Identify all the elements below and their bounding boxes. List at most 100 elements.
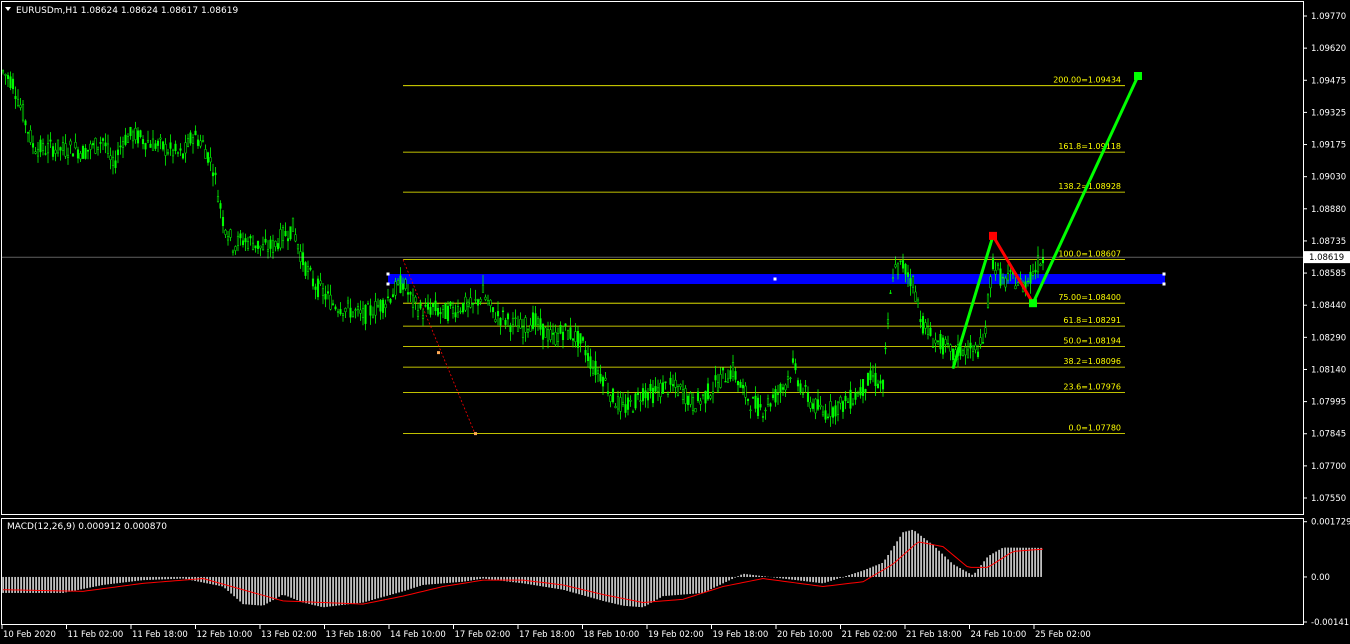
x-tick-label: 13 Feb 18:00	[326, 630, 382, 640]
macd-histogram-bar	[128, 576, 130, 582]
candle-body	[211, 172, 215, 177]
macd-histogram-bar	[677, 576, 679, 595]
candle-body	[56, 139, 60, 154]
candle-body	[929, 327, 932, 336]
candle-body	[559, 325, 562, 334]
x-tick-label: 12 Feb 10:00	[197, 630, 253, 640]
candle-body	[34, 151, 37, 154]
candle-body	[1034, 269, 1037, 273]
y-tick-label: 1.08735	[1311, 237, 1346, 247]
fib-level-label: 161.8=1.09118	[1058, 142, 1121, 151]
candle-body	[159, 137, 162, 140]
macd-histogram-bar	[716, 576, 718, 587]
macd-histogram-bar	[1028, 547, 1030, 577]
candle-body	[86, 149, 90, 152]
candle-body	[446, 305, 450, 321]
macd-histogram-bar	[584, 576, 586, 596]
candle-body	[761, 416, 765, 418]
candle-body	[746, 399, 750, 401]
y-tick-label: 1.08880	[1311, 205, 1346, 215]
macd-histogram-bar	[338, 576, 340, 606]
macd-histogram-bar	[956, 566, 958, 577]
candle-body	[424, 305, 427, 307]
candle-body	[209, 157, 212, 163]
candle-body	[231, 250, 235, 253]
macd-histogram-bar	[389, 576, 391, 595]
macd-histogram-bar	[926, 540, 928, 577]
macd-histogram-bar	[371, 576, 373, 600]
macd-histogram-bar	[668, 576, 670, 596]
candle-body	[361, 308, 365, 319]
macd-histogram-bar	[608, 576, 610, 603]
candle-body	[796, 380, 800, 387]
candle-body	[151, 138, 155, 151]
candle-body	[199, 140, 202, 147]
candle-body	[791, 358, 795, 363]
macd-histogram-bar	[977, 568, 979, 577]
macd-y-tick-label: -0.00141	[1311, 618, 1349, 628]
fib-zone-handle	[773, 277, 777, 281]
candle-body	[276, 243, 280, 250]
macd-histogram-bar	[998, 549, 1000, 577]
macd-histogram-bar	[782, 576, 784, 579]
candle-body	[186, 138, 190, 147]
chart-canvas[interactable]: 200.00=1.09434161.8=1.09118138.2=1.08928…	[0, 0, 1350, 644]
macd-histogram-bar	[461, 576, 463, 582]
candle-body	[944, 339, 947, 345]
macd-histogram-bar	[278, 576, 280, 597]
candle-body	[804, 385, 807, 387]
triangle-down-icon[interactable]	[5, 7, 11, 11]
macd-histogram-bar	[179, 576, 181, 579]
macd-histogram-bar	[701, 576, 703, 594]
macd-histogram-bar	[605, 576, 607, 602]
candle-body	[774, 389, 777, 403]
candle-body	[699, 400, 702, 405]
macd-histogram-bar	[260, 576, 262, 606]
candle-body	[434, 300, 437, 312]
candle-body	[826, 416, 830, 418]
macd-histogram-bar	[962, 569, 964, 577]
macd-histogram-bar	[632, 576, 634, 607]
macd-histogram-bar	[2, 576, 4, 593]
candle-body	[316, 278, 320, 298]
candle-body	[451, 306, 455, 314]
macd-histogram-bar	[743, 573, 745, 577]
macd-histogram-bar	[848, 575, 850, 577]
macd-histogram-bar	[362, 576, 364, 603]
candle-body	[976, 351, 980, 358]
candle-body	[449, 301, 452, 306]
macd-histogram-bar	[242, 576, 244, 605]
candle-body	[901, 260, 905, 269]
candle-body	[614, 406, 617, 408]
candle-body	[371, 314, 375, 318]
candle-body	[576, 331, 580, 348]
candle-body	[894, 264, 897, 268]
macd-histogram-bar	[596, 576, 598, 600]
candle-body	[891, 277, 895, 279]
macd-histogram-bar	[398, 576, 400, 593]
candle-body	[26, 132, 30, 134]
macd-histogram-bar	[557, 576, 559, 589]
candle-body	[59, 147, 62, 151]
macd-histogram-bar	[425, 576, 427, 585]
candle-body	[254, 245, 257, 249]
candle-body	[329, 294, 332, 310]
y-tick-label: 1.09620	[1311, 44, 1346, 54]
macd-histogram-bar	[911, 529, 913, 577]
candle-body	[896, 262, 900, 275]
candle-body	[479, 298, 482, 302]
candle-body	[519, 319, 522, 329]
candle-body	[284, 230, 287, 236]
candle-body	[69, 140, 72, 146]
candle-body	[849, 389, 852, 409]
macd-histogram-bar	[650, 576, 652, 603]
macd-histogram-bar	[635, 576, 637, 607]
candle-body	[109, 155, 112, 160]
candle-body	[304, 262, 307, 276]
candle-body	[716, 382, 720, 392]
candle-body	[139, 130, 142, 138]
candle-body	[61, 142, 65, 151]
fib-level-label: 23.6=1.07976	[1063, 382, 1121, 391]
candle-body	[444, 303, 447, 320]
candle-body	[671, 384, 675, 387]
